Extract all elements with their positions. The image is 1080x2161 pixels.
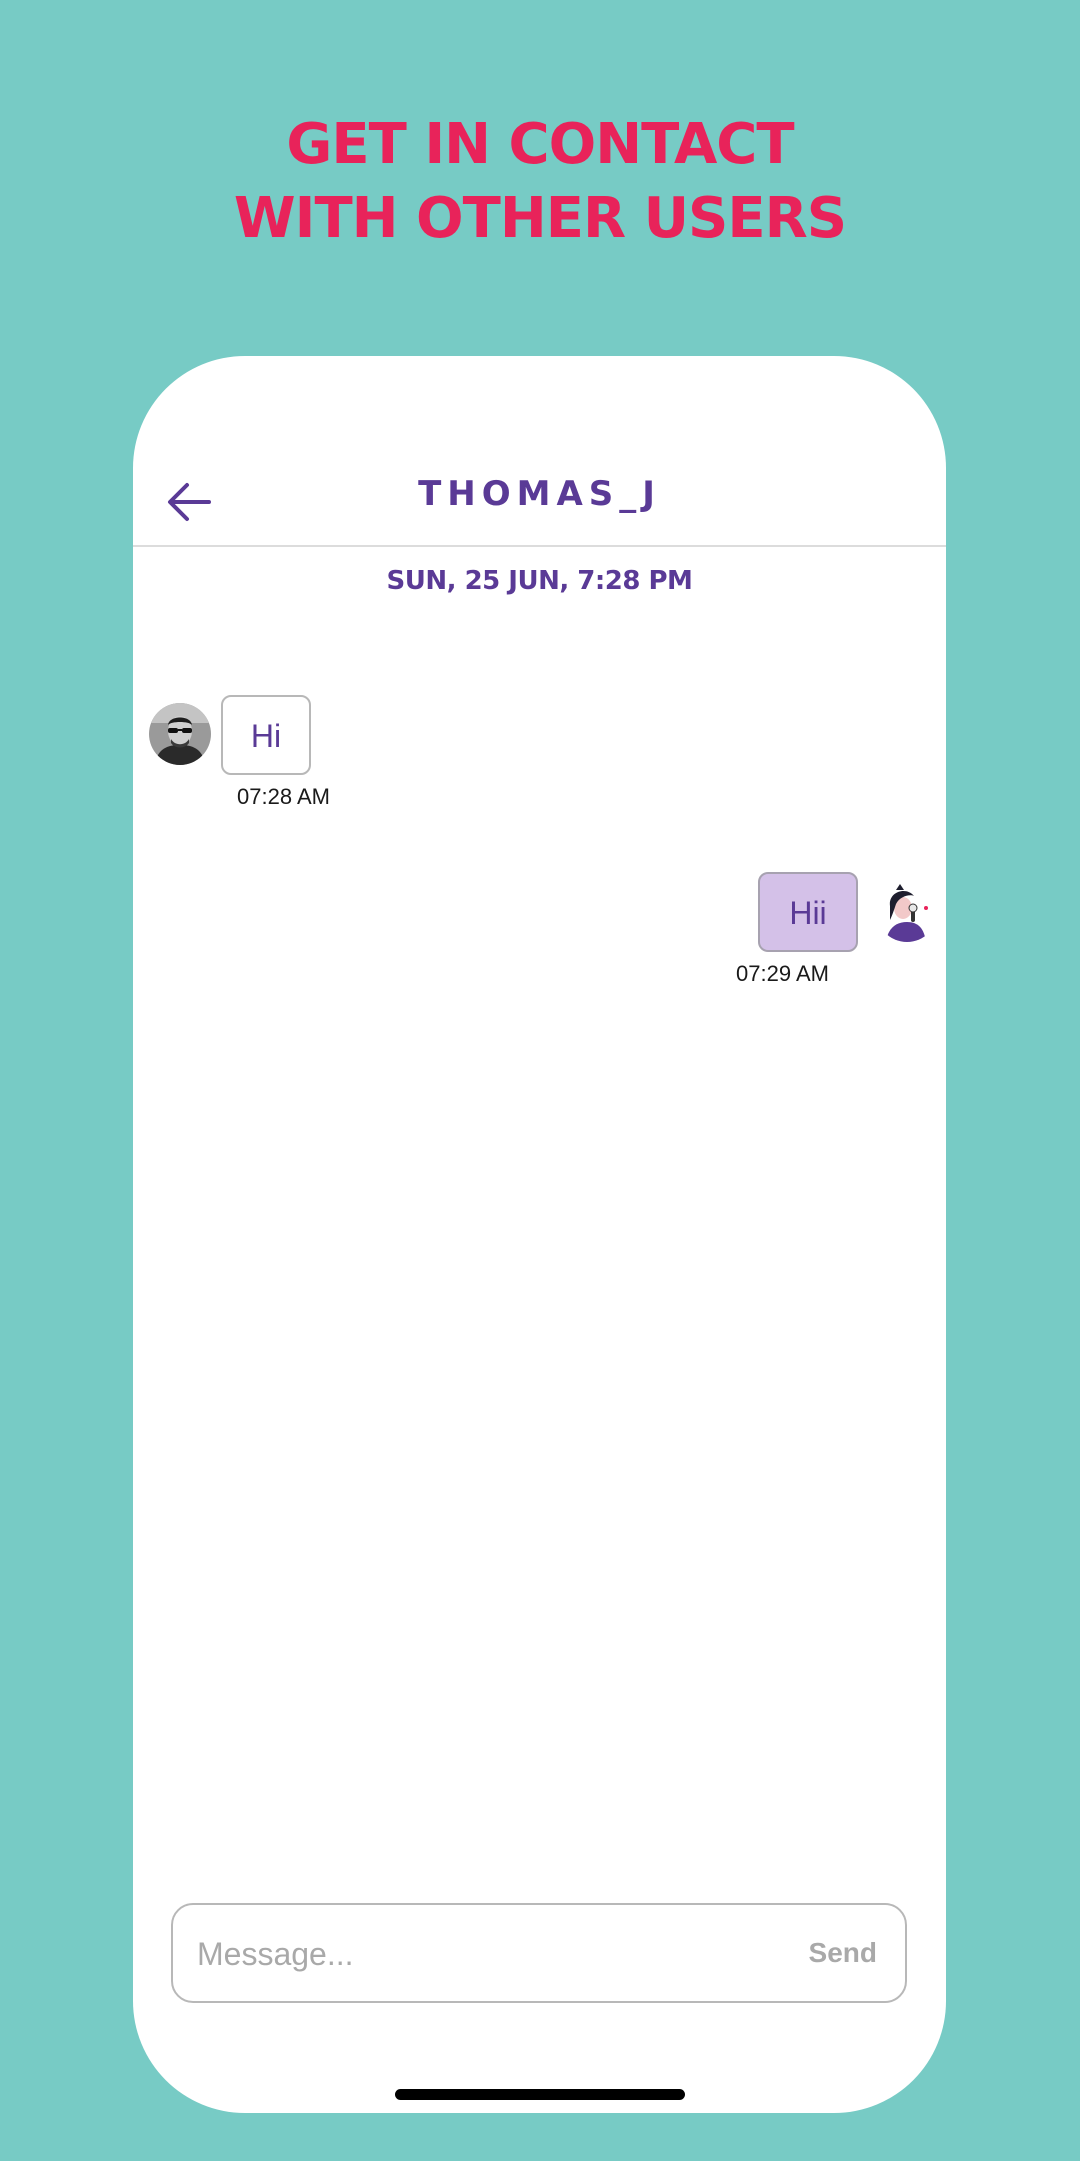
phone-screen: THOMAS_J SUN, 25 JUN, 7:28 PM Hi 07:28 A… (133, 356, 946, 2113)
woman-singer-avatar-icon (876, 880, 938, 942)
promo-title: GET IN CONTACT WITH OTHER USERS (0, 108, 1080, 256)
chat-title: THOMAS_J (418, 474, 661, 514)
message-input[interactable] (195, 1923, 759, 1985)
man-sunglasses-avatar-icon (149, 703, 211, 765)
outgoing-message-time: 07:29 AM (736, 961, 829, 986)
incoming-message-time: 07:28 AM (237, 784, 330, 809)
incoming-message-bubble[interactable]: Hi (221, 695, 311, 775)
date-separator: SUN, 25 JUN, 7:28 PM (386, 566, 693, 596)
avatar[interactable] (149, 703, 211, 765)
promo-title-line-2: WITH OTHER USERS (233, 186, 847, 251)
outgoing-message-bubble[interactable]: Hii (758, 872, 858, 952)
send-button[interactable]: Send (809, 1937, 877, 1969)
home-indicator[interactable] (395, 2089, 685, 2100)
avatar[interactable] (876, 880, 938, 942)
chat-header: THOMAS_J (133, 456, 946, 547)
promo-title-line-1: GET IN CONTACT (286, 112, 794, 177)
message-composer: Send (171, 1903, 907, 2003)
